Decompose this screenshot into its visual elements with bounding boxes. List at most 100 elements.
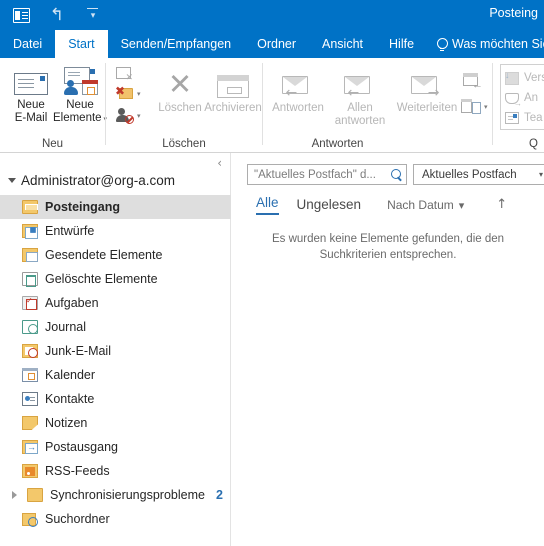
tell-me-box[interactable]: Was möchten Sie	[427, 30, 544, 58]
search-scope-dropdown[interactable]: Aktuelles Postfach ▾	[413, 164, 544, 185]
forward-to-icon	[505, 92, 522, 108]
empty-state-message: Es wurden keine Elemente gefunden, die d…	[271, 233, 505, 261]
search-scope-value: Aktuelles Postfach	[422, 168, 517, 181]
folder-list: Posteingang Entwürfe Gesendete Elemente …	[0, 195, 231, 531]
folder-label: Kontakte	[45, 392, 95, 406]
junk-caret-icon: ▾	[137, 90, 141, 98]
ignore-button[interactable]	[116, 66, 133, 83]
tab-datei[interactable]: Datei	[0, 30, 55, 58]
quick-steps-gallery[interactable]: Vers An Tea	[500, 64, 544, 130]
sort-dropdown[interactable]: Nach Datum ▾	[387, 198, 464, 215]
folder-label: Journal	[45, 320, 86, 334]
reply-icon: ←	[281, 66, 315, 100]
ribbon-group-neu-label: Neu	[41, 138, 64, 150]
quick-step-label-1: Vers	[524, 72, 544, 84]
sidebar-item-notizen[interactable]: Notizen	[0, 411, 231, 435]
sidebar-item-posteingang[interactable]: Posteingang	[0, 195, 231, 219]
tasks-folder-icon	[22, 296, 38, 310]
account-header[interactable]: Administrator@org-a.com	[8, 173, 175, 188]
new-email-button[interactable]: Neue E-Mail	[5, 63, 57, 125]
quick-step-item[interactable]: Tea	[505, 108, 544, 128]
lightbulb-icon	[437, 38, 449, 50]
filter-tab-ungelesen[interactable]: Ungelesen	[297, 197, 362, 215]
chevron-down-icon: ▾	[458, 199, 465, 212]
sidebar-item-journal[interactable]: Journal	[0, 315, 231, 339]
sidebar-item-geloeschte-elemente[interactable]: Gelöschte Elemente	[0, 267, 231, 291]
forward-button[interactable]: → Weiterleiten	[391, 66, 463, 115]
search-placeholder: "Aktuelles Postfach" d...	[254, 168, 376, 181]
sidebar-item-junk-e-mail[interactable]: Junk-E-Mail	[0, 339, 231, 363]
sidebar-item-kalender[interactable]: Kalender	[0, 363, 231, 387]
tab-ansicht[interactable]: Ansicht	[309, 30, 376, 58]
expand-triangle-icon[interactable]	[8, 491, 20, 499]
new-items-button[interactable]: Neue Elemente ▾	[52, 63, 108, 126]
rules-button[interactable]: ▾	[460, 98, 488, 116]
ribbon-group-antworten-label: Antworten	[311, 138, 364, 150]
sidebar-item-rss-feeds[interactable]: RSS-Feeds	[0, 459, 231, 483]
new-items-label-2: Elemente	[52, 112, 102, 124]
block-sender-icon	[115, 108, 134, 124]
folder-label: Suchordner	[45, 512, 110, 526]
move-to-icon	[505, 70, 519, 85]
quick-step-item[interactable]: An	[505, 88, 544, 108]
customize-qat-icon[interactable]: ▾	[82, 4, 104, 26]
filter-tab-alle[interactable]: Alle	[256, 195, 279, 215]
reply-all-label-1: Allen	[347, 102, 373, 114]
sidebar-item-entwuerfe[interactable]: Entwürfe	[0, 219, 231, 243]
sidebar-item-synchronisierungsprobleme[interactable]: Synchronisierungsprobleme 2	[0, 483, 231, 507]
folder-label: Notizen	[45, 416, 88, 430]
tab-start[interactable]: Start	[55, 30, 108, 58]
move-button[interactable]: ←	[461, 72, 483, 91]
drafts-folder-icon	[22, 224, 38, 239]
sidebar-item-suchordner[interactable]: Suchordner	[0, 507, 231, 531]
sidebar-item-kontakte[interactable]: Kontakte	[0, 387, 231, 411]
tab-hilfe[interactable]: Hilfe	[376, 30, 427, 58]
reply-all-button[interactable]: ← Allen antworten	[329, 66, 391, 128]
sidebar-item-aufgaben[interactable]: Aufgaben	[0, 291, 231, 315]
ribbon: Neue E-Mail Neue Elemente ▾ Neu	[0, 58, 544, 153]
reply-button[interactable]: ← Antworten	[267, 66, 329, 115]
title-bar: ↰ ▾ Posteing	[0, 0, 544, 30]
search-input[interactable]: "Aktuelles Postfach" d...	[247, 164, 407, 185]
filter-row: Alle Ungelesen Nach Datum ▾ ↑	[256, 195, 507, 215]
junk-mail-icon: ✖	[115, 85, 134, 101]
outlook-icon[interactable]	[10, 4, 32, 26]
sidebar-item-gesendete-elemente[interactable]: Gesendete Elemente	[0, 243, 231, 267]
delete-label: Löschen	[158, 102, 202, 114]
tell-me-label: Was möchten Sie	[452, 37, 544, 51]
calendar-folder-icon	[22, 368, 38, 382]
ribbon-group-neu: Neue E-Mail Neue Elemente ▾ Neu	[0, 58, 108, 153]
delete-button[interactable]: ✕ Löschen	[154, 66, 206, 115]
ribbon-group-quicksteps-label: Q	[529, 138, 538, 150]
message-list-pane: "Aktuelles Postfach" d... Aktuelles Post…	[232, 153, 544, 546]
junk-folder-icon	[22, 344, 38, 358]
sort-direction-button[interactable]: ↑	[496, 197, 507, 215]
search-icon[interactable]	[391, 169, 402, 180]
folder-label: Aufgaben	[45, 296, 99, 310]
chevron-down-icon: ▾	[538, 170, 543, 179]
quick-step-label-2: An	[524, 92, 539, 104]
folder-label: Gelöschte Elemente	[45, 272, 158, 286]
quick-step-item[interactable]: Vers	[505, 68, 544, 88]
archive-label: Archivieren	[204, 102, 262, 114]
new-items-label-1: Neue	[66, 99, 94, 111]
sidebar-item-postausgang[interactable]: Postausgang	[0, 435, 231, 459]
delete-x-icon: ✕	[167, 67, 193, 101]
inbox-folder-icon	[22, 200, 38, 214]
folder-pane: ‹ Administrator@org-a.com Posteingang En…	[0, 153, 231, 546]
junk-button[interactable]: ✖ ▾	[115, 85, 141, 101]
account-name: Administrator@org-a.com	[21, 173, 175, 188]
archive-button[interactable]: Archivieren	[202, 66, 264, 115]
collapse-pane-button[interactable]: ‹	[217, 156, 222, 170]
tab-ordner[interactable]: Ordner	[244, 30, 309, 58]
team-email-icon	[505, 112, 519, 124]
folder-label: Gesendete Elemente	[45, 248, 163, 262]
sync-issues-folder-icon	[27, 488, 43, 502]
new-items-icon	[62, 63, 98, 95]
folder-count-badge: 2	[215, 488, 223, 502]
folder-label: Posteingang	[45, 200, 121, 214]
block-sender-button[interactable]: ▾	[115, 108, 141, 124]
tab-senden-empfangen[interactable]: Senden/Empfangen	[108, 30, 245, 58]
rules-caret-icon: ▾	[484, 104, 488, 111]
undo-icon[interactable]: ↰	[46, 4, 68, 26]
